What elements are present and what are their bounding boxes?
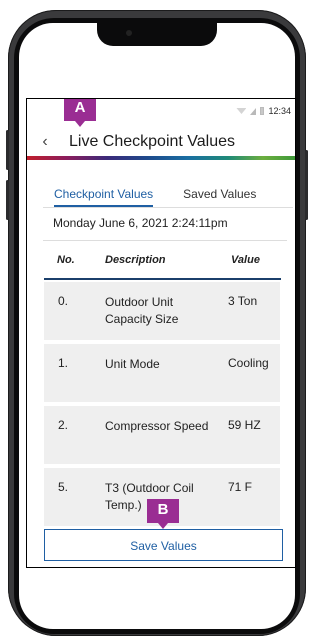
back-chevron-icon[interactable]: ‹: [33, 133, 57, 151]
app-screen: 12:34 A ‹ Live Checkpoint Values Checkpo…: [26, 98, 296, 568]
row-number: 0.: [58, 294, 69, 308]
row-value: 59 HZ: [228, 418, 261, 432]
row-value: Cooling: [228, 356, 269, 370]
signal-icon: [250, 107, 257, 115]
app-header: ‹ Live Checkpoint Values: [27, 127, 295, 157]
side-button-left-lower: [6, 180, 9, 220]
row-description: Compressor Speed: [105, 419, 209, 433]
row-number: 1.: [58, 356, 69, 370]
row-number: 2.: [58, 418, 69, 432]
battery-icon: [260, 107, 265, 115]
table-row: 2. Compressor Speed 59 HZ: [44, 406, 280, 464]
row-value: 71 F: [228, 480, 253, 494]
checkpoint-table: 0. Outdoor Unit Capacity Size 3 Ton 1. U…: [44, 282, 280, 530]
phone-notch: [97, 22, 217, 46]
row-value: 3 Ton: [228, 294, 258, 308]
table-row: 0. Outdoor Unit Capacity Size 3 Ton: [44, 282, 280, 340]
side-button-right: [305, 150, 308, 220]
wifi-icon: [236, 108, 247, 114]
brand-color-bar: [27, 156, 295, 160]
row-number: 5.: [58, 480, 69, 494]
row-description: Unit Mode: [105, 357, 160, 371]
annotation-badge-b: B: [147, 499, 179, 529]
save-values-button[interactable]: Save Values: [44, 529, 283, 561]
status-bar: 12:34: [236, 106, 291, 116]
table-header-divider: [44, 278, 281, 280]
header-description: Description: [105, 254, 166, 266]
tabs-divider: [43, 207, 293, 208]
date-divider: [43, 240, 287, 241]
row-description: Outdoor Unit Capacity Size: [105, 295, 179, 326]
timestamp-text: Monday June 6, 2021 2:24:11pm: [53, 216, 228, 230]
table-row: 1. Unit Mode Cooling: [44, 344, 280, 402]
table-header: No. Description Value: [45, 248, 281, 278]
tab-bar: Checkpoint Values Saved Values: [27, 185, 295, 207]
page-title: Live Checkpoint Values: [69, 133, 236, 150]
camera-icon: [126, 30, 132, 36]
header-no: No.: [57, 254, 75, 266]
annotation-badge-a: A: [64, 99, 96, 127]
tab-saved-values[interactable]: Saved Values: [183, 185, 256, 207]
tab-checkpoint-values[interactable]: Checkpoint Values: [54, 185, 154, 207]
status-time: 12:34: [268, 106, 291, 116]
side-button-left: [6, 130, 9, 170]
header-value: Value: [231, 254, 260, 266]
